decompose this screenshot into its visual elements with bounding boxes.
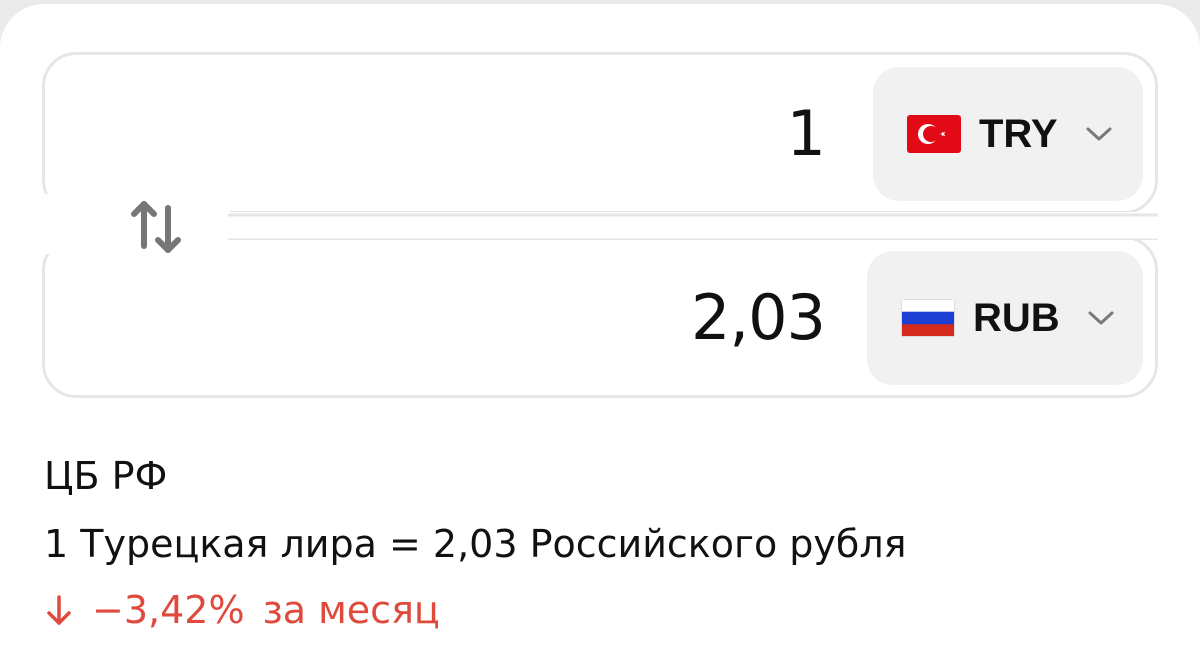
russia-flag-icon [901, 299, 955, 337]
from-currency-code: TRY [979, 111, 1058, 156]
exchange-rate-text: 1 Турецкая лира = 2,03 Российского рубля [44, 522, 907, 566]
chevron-down-icon [1088, 311, 1114, 325]
from-amount-value[interactable]: 1 [787, 55, 826, 211]
change-period: за месяц [262, 588, 440, 632]
turkey-flag-icon [907, 115, 961, 153]
rate-source: ЦБ РФ [44, 454, 168, 498]
to-currency-select[interactable]: RUB [867, 251, 1143, 385]
change-value: −3,42% [92, 588, 245, 632]
to-amount-field[interactable]: 2,03 RUB [42, 236, 1158, 398]
arrow-down-icon [47, 595, 71, 625]
converter-card: 1 TRY 2,03 RUB ЦБ РФ 1 Турецкая лира = 2… [0, 4, 1200, 664]
from-amount-field[interactable]: 1 TRY [42, 52, 1158, 214]
chevron-down-icon [1086, 127, 1112, 141]
swap-arrows-icon[interactable] [126, 196, 186, 258]
rate-change: −3,42% за месяц [44, 588, 440, 632]
field-divider [228, 212, 1158, 242]
to-currency-code: RUB [973, 295, 1060, 340]
to-amount-value[interactable]: 2,03 [691, 239, 826, 395]
from-currency-select[interactable]: TRY [873, 67, 1143, 201]
